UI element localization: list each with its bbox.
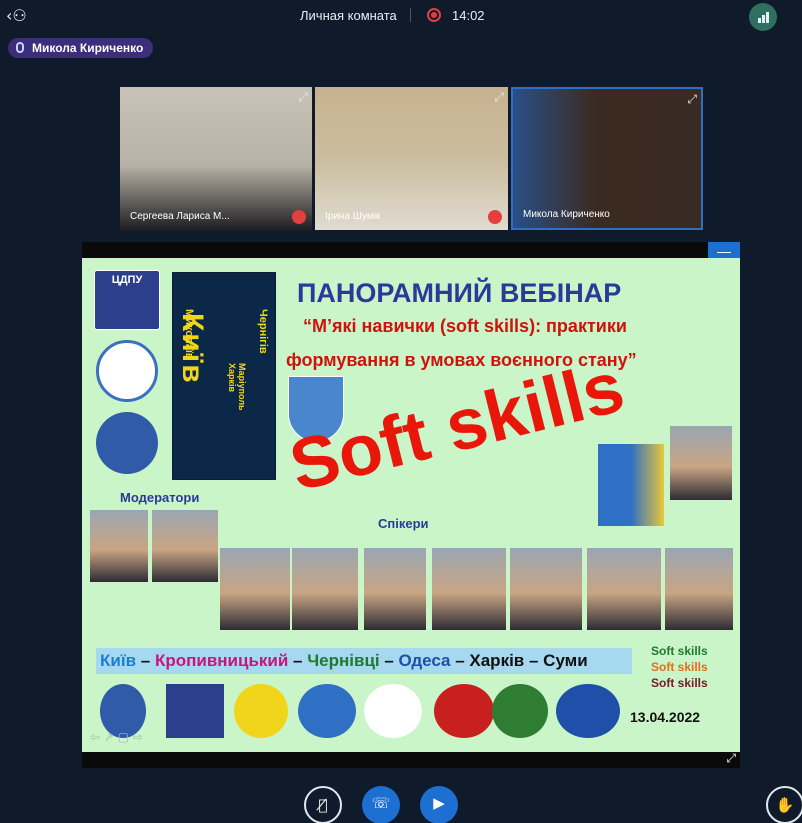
moderator-photo <box>152 510 218 582</box>
speakers-label: Спікери <box>378 516 429 531</box>
partner-logo <box>556 684 620 738</box>
soft-skills-item: Soft skills <box>651 660 708 674</box>
partner-logo <box>234 684 288 738</box>
back-icon[interactable]: ‹⚇ <box>6 6 27 25</box>
city-label: Київ <box>100 651 137 670</box>
partner-logo <box>434 684 494 738</box>
institute-logo <box>96 340 158 402</box>
city-label: Суми <box>543 651 588 670</box>
city-separator: – <box>288 651 308 670</box>
banner-left: Миколаїв <box>183 309 195 360</box>
soft-skills-item: Soft skills <box>651 676 708 690</box>
speaker-photo <box>587 548 661 630</box>
city-label: Кропивницький <box>154 651 289 670</box>
cities-strip: Київ – Кропивницький – Чернівці – Одеса … <box>96 648 632 674</box>
university-logo: ЦДПУ <box>94 270 160 330</box>
room-title: Личная комната <box>300 8 397 23</box>
event-date: 13.04.2022 <box>630 709 701 725</box>
gear-logo <box>96 412 158 474</box>
fullscreen-icon[interactable]: ⤢ <box>726 751 736 766</box>
speaker-photo <box>292 548 358 630</box>
participant-name: Сергеева Лариса М... <box>130 211 230 222</box>
speaker-photo <box>598 444 664 526</box>
speaker-photo <box>432 548 506 630</box>
expand-icon[interactable]: ⤢ <box>298 90 308 105</box>
muted-icon <box>292 210 306 224</box>
speaker-photo <box>220 548 290 630</box>
city-label: Харків <box>469 651 525 670</box>
participant-name: Ірина Шумік <box>325 211 381 222</box>
microphone-icon <box>16 42 24 53</box>
city-label: Чернівці <box>307 651 380 670</box>
raise-hand-icon[interactable]: ✋ <box>766 786 802 823</box>
slide-navigation[interactable]: ⇦ ↗ ▢ ⇨ <box>90 730 143 744</box>
expand-icon[interactable]: ⤢ <box>687 92 697 107</box>
participant-name: Микола Кириченко <box>523 209 610 220</box>
divider <box>410 8 411 22</box>
active-speaker-badge: Микола Кириченко <box>8 38 154 58</box>
partner-logo <box>298 684 356 738</box>
logo-text: ЦДПУ <box>111 274 143 286</box>
active-speaker-name: Микола Кириченко <box>32 41 144 55</box>
moderator-photo <box>90 510 148 582</box>
meeting-time: 14:02 <box>452 8 485 23</box>
moderators-label: Модератори <box>120 490 200 505</box>
partner-logo <box>364 684 422 738</box>
city-separator: – <box>136 651 155 670</box>
city-label: Одеса <box>398 651 451 670</box>
video-tile[interactable]: ⤢ Сергеева Лариса М... <box>120 87 312 230</box>
muted-icon <box>488 210 502 224</box>
shared-screen[interactable]: — ЦДПУ Київ Миколаїв Чернігів Маріуполь … <box>82 242 740 768</box>
cities-banner: Київ Миколаїв Чернігів Маріуполь Харків <box>172 272 276 480</box>
speaker-photo <box>364 548 426 630</box>
city-separator: – <box>524 651 544 670</box>
top-bar: ‹⚇ Личная комната 14:02 <box>0 0 802 32</box>
record-icon <box>427 8 441 22</box>
expand-icon[interactable]: ⤢ <box>494 90 504 105</box>
slide-title: ПАНОРАМНИЙ ВЕБІНАР <box>297 278 622 308</box>
city-separator: – <box>450 651 470 670</box>
speaker-photo <box>670 426 732 500</box>
slide-subtitle-1: “М’які навички (soft skills): практики <box>303 316 627 336</box>
partner-logo <box>166 684 224 738</box>
partner-logo <box>492 684 548 738</box>
microphone-off-icon[interactable]: 🎙̸ <box>304 786 342 823</box>
banner-bottom: Маріуполь Харків <box>227 363 247 411</box>
phone-icon[interactable]: ☏ <box>362 786 400 823</box>
banner-right: Чернігів <box>257 309 269 354</box>
speaker-photo <box>665 548 733 630</box>
presentation-slide: ЦДПУ Київ Миколаїв Чернігів Маріуполь Ха… <box>82 258 740 752</box>
signal-bars-icon[interactable] <box>749 3 777 31</box>
video-tile[interactable]: ⤢ Ірина Шумік <box>315 87 508 230</box>
soft-skills-item: Soft skills <box>651 644 708 658</box>
video-tile-active[interactable]: ⤢ Микола Кириченко <box>511 87 703 230</box>
speaker-photo <box>510 548 582 630</box>
city-separator: – <box>379 651 399 670</box>
camera-icon[interactable]: ▶ <box>420 786 458 823</box>
